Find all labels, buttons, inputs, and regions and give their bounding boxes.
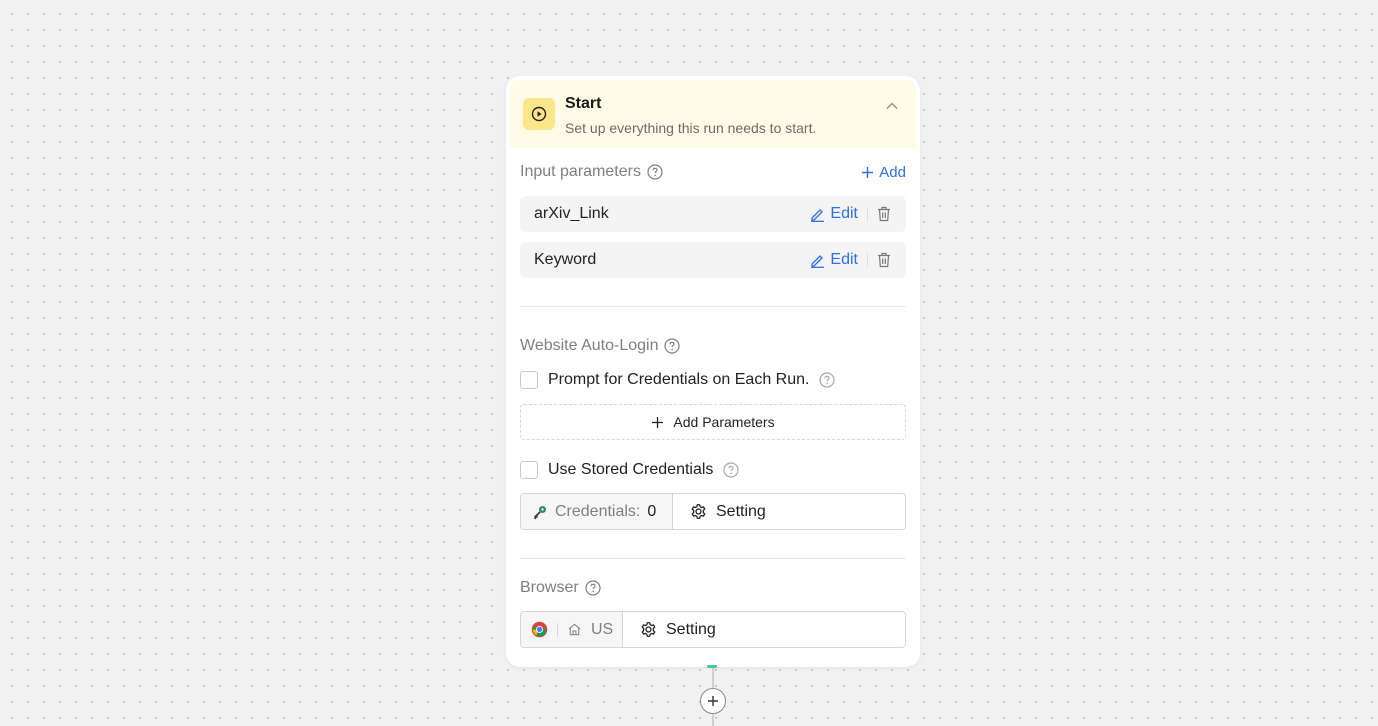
- auto-login-text: Website Auto-Login: [520, 337, 659, 354]
- help-circle-icon[interactable]: [585, 580, 601, 596]
- browser-setting-button[interactable]: Setting: [623, 612, 905, 647]
- pencil-icon: [811, 208, 825, 222]
- trash-icon[interactable]: [876, 205, 892, 223]
- prompt-credentials-label: Prompt for Credentials on Each Run.: [548, 371, 810, 388]
- node-subtitle: Set up everything this run needs to star…: [565, 120, 817, 136]
- parameter-row: Keyword Edit: [520, 242, 906, 278]
- trash-icon[interactable]: [876, 251, 892, 269]
- parameter-name: Keyword: [534, 251, 597, 268]
- start-node-header: Start Set up everything this run needs t…: [510, 80, 916, 148]
- stored-credentials-option: Use Stored Credentials: [520, 461, 740, 479]
- chrome-icon: [531, 621, 548, 638]
- start-node-card: Start Set up everything this run needs t…: [506, 76, 920, 667]
- setting-label: Setting: [716, 502, 766, 520]
- add-parameter-button[interactable]: Add: [861, 164, 906, 181]
- input-parameters-label: Input parameters: [520, 163, 663, 181]
- pencil-icon: [811, 254, 825, 268]
- help-circle-icon[interactable]: [647, 164, 663, 180]
- browser-summary: US: [521, 612, 623, 647]
- credentials-setting-button[interactable]: Setting: [673, 494, 905, 529]
- separator: [557, 622, 558, 637]
- edit-parameter-button[interactable]: Edit: [810, 205, 858, 223]
- stored-credentials-label: Use Stored Credentials: [548, 461, 714, 478]
- help-circle-icon[interactable]: [819, 372, 836, 388]
- plus-circle-icon[interactable]: [700, 688, 726, 714]
- separator: [867, 253, 868, 267]
- parameter-row: arXiv_Link Edit: [520, 196, 906, 232]
- gear-icon: [641, 622, 656, 637]
- add-parameters-button[interactable]: Add Parameters: [520, 404, 906, 440]
- setting-label: Setting: [666, 620, 716, 638]
- input-parameters-text: Input parameters: [520, 163, 641, 180]
- browser-label: Browser: [520, 579, 601, 597]
- parameter-name: arXiv_Link: [534, 205, 609, 222]
- browser-control: US Setting: [520, 611, 906, 648]
- section-divider: [520, 558, 906, 559]
- auto-login-label: Website Auto-Login: [520, 337, 681, 355]
- home-icon: [568, 623, 581, 636]
- prompt-credentials-option: Prompt for Credentials on Each Run.: [520, 371, 836, 389]
- credentials-summary: Credentials: 0: [521, 494, 673, 529]
- help-circle-icon[interactable]: [723, 462, 740, 478]
- credentials-count: 0: [647, 502, 657, 520]
- plus-icon: [862, 167, 874, 178]
- section-divider: [520, 306, 906, 307]
- credentials-label: Credentials:: [555, 502, 641, 520]
- gear-icon: [691, 504, 706, 519]
- help-circle-icon[interactable]: [664, 338, 681, 354]
- connector-line: [711, 668, 714, 688]
- add-parameters-label: Add Parameters: [673, 414, 775, 430]
- play-circle-icon: [523, 98, 555, 130]
- add-label: Add: [879, 164, 906, 181]
- credentials-control: Credentials: 0 Setting: [520, 493, 906, 530]
- plus-icon: [652, 416, 664, 428]
- chevron-up-icon[interactable]: [884, 98, 900, 114]
- browser-text: Browser: [520, 579, 579, 596]
- edit-label: Edit: [830, 251, 858, 268]
- edit-parameter-button[interactable]: Edit: [810, 251, 858, 269]
- connector-line: [711, 714, 714, 726]
- key-icon: [533, 505, 546, 519]
- separator: [867, 207, 868, 221]
- edit-label: Edit: [830, 205, 858, 222]
- node-title: Start: [565, 95, 602, 112]
- stored-credentials-checkbox[interactable]: [520, 461, 538, 479]
- prompt-credentials-checkbox[interactable]: [520, 371, 538, 389]
- browser-region: US: [591, 620, 614, 638]
